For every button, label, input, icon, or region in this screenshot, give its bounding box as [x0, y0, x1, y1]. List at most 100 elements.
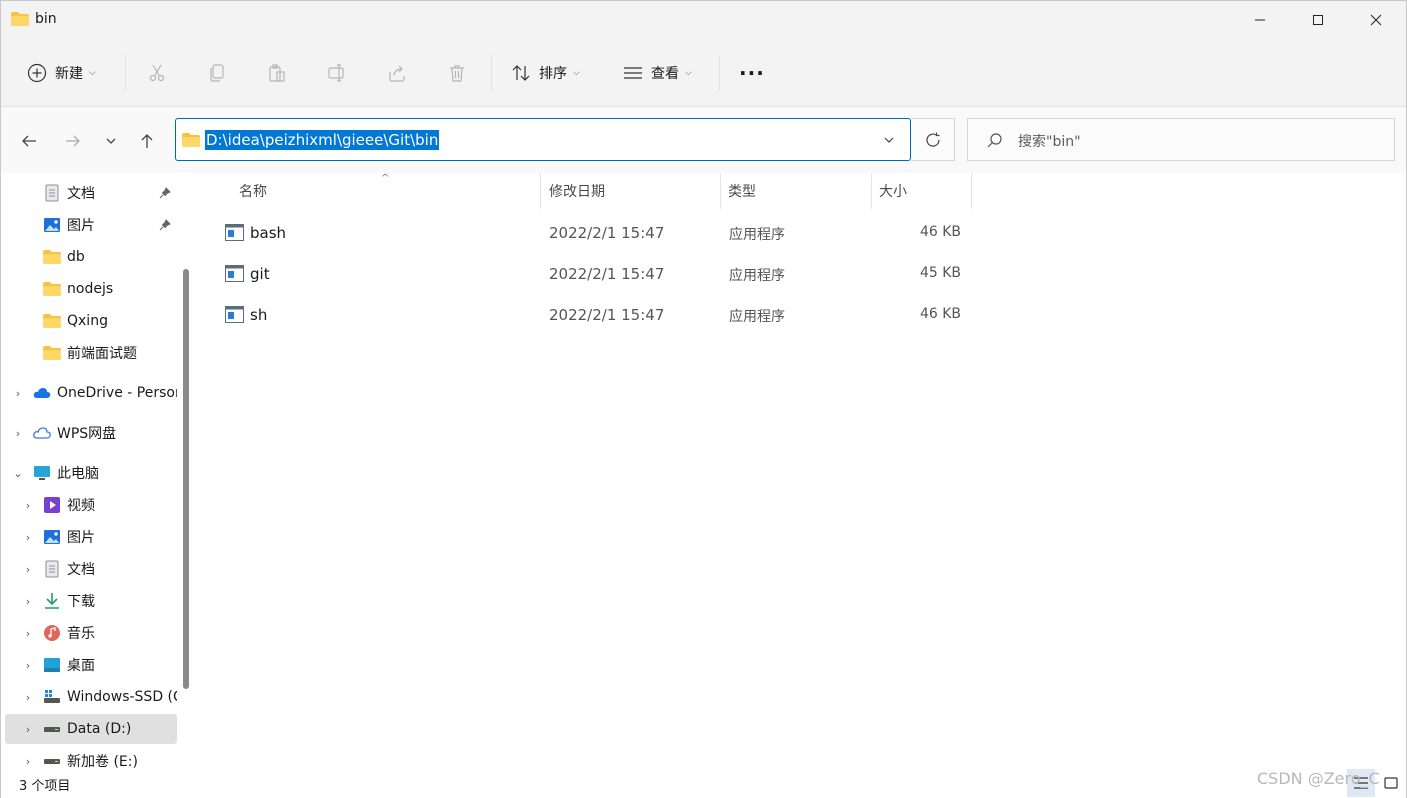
folder-icon: [43, 248, 61, 266]
arrow-up-icon: [141, 134, 153, 148]
column-header-type[interactable]: 类型: [728, 173, 756, 209]
sidebar-item-pictures-pc[interactable]: › 图片: [5, 522, 177, 552]
sort-button[interactable]: 排序 ⌵: [511, 57, 580, 89]
search-placeholder: 搜索"bin": [1018, 134, 1081, 150]
sidebar-item-drive-c[interactable]: › Windows-SSD (C:): [5, 682, 177, 712]
file-name: sh: [250, 306, 268, 324]
more-options-button[interactable]: ···: [739, 57, 765, 89]
pin-icon[interactable]: [159, 187, 171, 199]
sidebar-item-wps[interactable]: › WPS网盘: [5, 418, 177, 448]
view-button[interactable]: 查看 ⌵: [623, 57, 692, 89]
search-box[interactable]: 搜索"bin": [967, 118, 1395, 161]
file-explorer-window: bin 新建 ⌵ 排序 ⌵ 查看 ⌵ ··· D:\idea\peizhixml…: [0, 0, 1407, 798]
table-row[interactable]: git 2022/2/1 15:47 应用程序 45 KB: [211, 256, 971, 292]
copy-icon: [210, 64, 224, 82]
back-button[interactable]: [15, 127, 43, 155]
sidebar-item-documents-pc[interactable]: › 文档: [5, 554, 177, 584]
sidebar-item-db[interactable]: db: [5, 242, 177, 272]
title-bar: bin: [1, 1, 1406, 39]
file-modified: 2022/2/1 15:47: [549, 306, 665, 324]
column-divider[interactable]: [871, 173, 872, 209]
chevron-down-icon[interactable]: ⌄: [11, 467, 25, 480]
pin-icon[interactable]: [159, 219, 171, 231]
sidebar-item-nodejs[interactable]: nodejs: [5, 274, 177, 304]
sidebar-item-this-pc[interactable]: ⌄ 此电脑: [5, 458, 177, 488]
address-path[interactable]: D:\idea\peizhixml\gieee\Git\bin: [205, 130, 440, 150]
sidebar-item-pictures[interactable]: 图片: [5, 210, 177, 240]
sidebar-item-drive-e[interactable]: › 新加卷 (E:): [5, 746, 177, 769]
window-title: bin: [35, 11, 57, 27]
refresh-button[interactable]: [911, 118, 955, 161]
thumbnail-view-button[interactable]: [1377, 769, 1405, 797]
sidebar-item-drive-d[interactable]: › Data (D:): [5, 714, 177, 744]
desktop-icon: [43, 656, 61, 674]
table-row[interactable]: bash 2022/2/1 15:47 应用程序 46 KB: [211, 215, 971, 251]
item-count: 3 个项目: [19, 779, 71, 794]
address-bar[interactable]: D:\idea\peizhixml\gieee\Git\bin: [175, 118, 911, 161]
watermark: CSDN @Zero_C: [1257, 769, 1380, 788]
chevron-right-icon[interactable]: ›: [21, 595, 35, 608]
sidebar-item-qxing[interactable]: Qxing: [5, 306, 177, 336]
sidebar-item-documents[interactable]: 文档: [5, 178, 177, 208]
chevron-right-icon[interactable]: ›: [21, 723, 35, 736]
chevron-right-icon[interactable]: ›: [21, 755, 35, 768]
download-icon: [43, 592, 61, 610]
minimize-button[interactable]: [1231, 1, 1289, 39]
forward-button[interactable]: [59, 127, 87, 155]
computer-icon: [33, 464, 51, 482]
trash-icon: [450, 65, 464, 82]
maximize-button[interactable]: [1289, 1, 1347, 39]
chevron-right-icon[interactable]: ›: [21, 691, 35, 704]
sidebar-item-label: Windows-SSD (C:): [67, 689, 177, 705]
folder-icon: [11, 12, 29, 26]
chevron-down-icon[interactable]: [882, 133, 896, 147]
column-divider[interactable]: [720, 173, 721, 209]
copy-button[interactable]: [207, 57, 227, 89]
column-header-size[interactable]: 大小: [879, 173, 907, 209]
column-divider[interactable]: [971, 173, 972, 209]
up-button[interactable]: [133, 127, 161, 155]
chevron-right-icon[interactable]: ›: [11, 387, 25, 400]
column-header-name[interactable]: 名称: [239, 173, 267, 209]
table-row[interactable]: sh 2022/2/1 15:47 应用程序 46 KB: [211, 297, 971, 333]
sidebar-item-desktop[interactable]: › 桌面: [5, 650, 177, 680]
file-type: 应用程序: [729, 227, 785, 243]
cut-icon: [149, 64, 165, 82]
chevron-right-icon[interactable]: ›: [21, 531, 35, 544]
delete-button[interactable]: [447, 57, 467, 89]
sidebar-scrollbar[interactable]: [183, 269, 189, 689]
thumbnail-view-icon: [1384, 777, 1398, 789]
close-button[interactable]: [1347, 1, 1405, 39]
chevron-right-icon[interactable]: ›: [21, 627, 35, 640]
folder-icon: [43, 312, 61, 330]
sidebar-item-videos[interactable]: › 视频: [5, 490, 177, 520]
sidebar-item-downloads[interactable]: › 下载: [5, 586, 177, 616]
minimize-icon: [1255, 19, 1265, 21]
add-circle-icon: [27, 63, 47, 83]
recent-locations-button[interactable]: [97, 127, 125, 155]
new-button[interactable]: 新建 ⌵: [27, 57, 96, 89]
sort-ascending-icon: ^: [381, 173, 390, 184]
sidebar-item-onedrive[interactable]: › OneDrive - Personal: [5, 378, 177, 408]
chevron-right-icon[interactable]: ›: [21, 659, 35, 672]
sidebar-item-music[interactable]: › 音乐: [5, 618, 177, 648]
chevron-right-icon[interactable]: ›: [21, 563, 35, 576]
file-size: 45 KB: [919, 265, 961, 281]
windows-drive-icon: [43, 688, 61, 706]
chevron-right-icon[interactable]: ›: [11, 427, 25, 440]
rename-button[interactable]: [327, 57, 347, 89]
sidebar-item-label: 文档: [67, 186, 95, 202]
sidebar-item-label: 视频: [67, 498, 95, 514]
application-icon: [225, 265, 244, 282]
drive-icon: [43, 720, 61, 738]
drive-icon: [43, 752, 61, 769]
cut-button[interactable]: [147, 57, 167, 89]
view-label: 查看: [651, 66, 679, 82]
sidebar-item-interview[interactable]: 前端面试题: [5, 338, 177, 368]
share-button[interactable]: [387, 57, 407, 89]
divider: [491, 55, 492, 91]
column-divider[interactable]: [540, 173, 541, 209]
column-header-modified[interactable]: 修改日期: [549, 173, 605, 209]
chevron-right-icon[interactable]: ›: [21, 499, 35, 512]
paste-button[interactable]: [267, 57, 287, 89]
